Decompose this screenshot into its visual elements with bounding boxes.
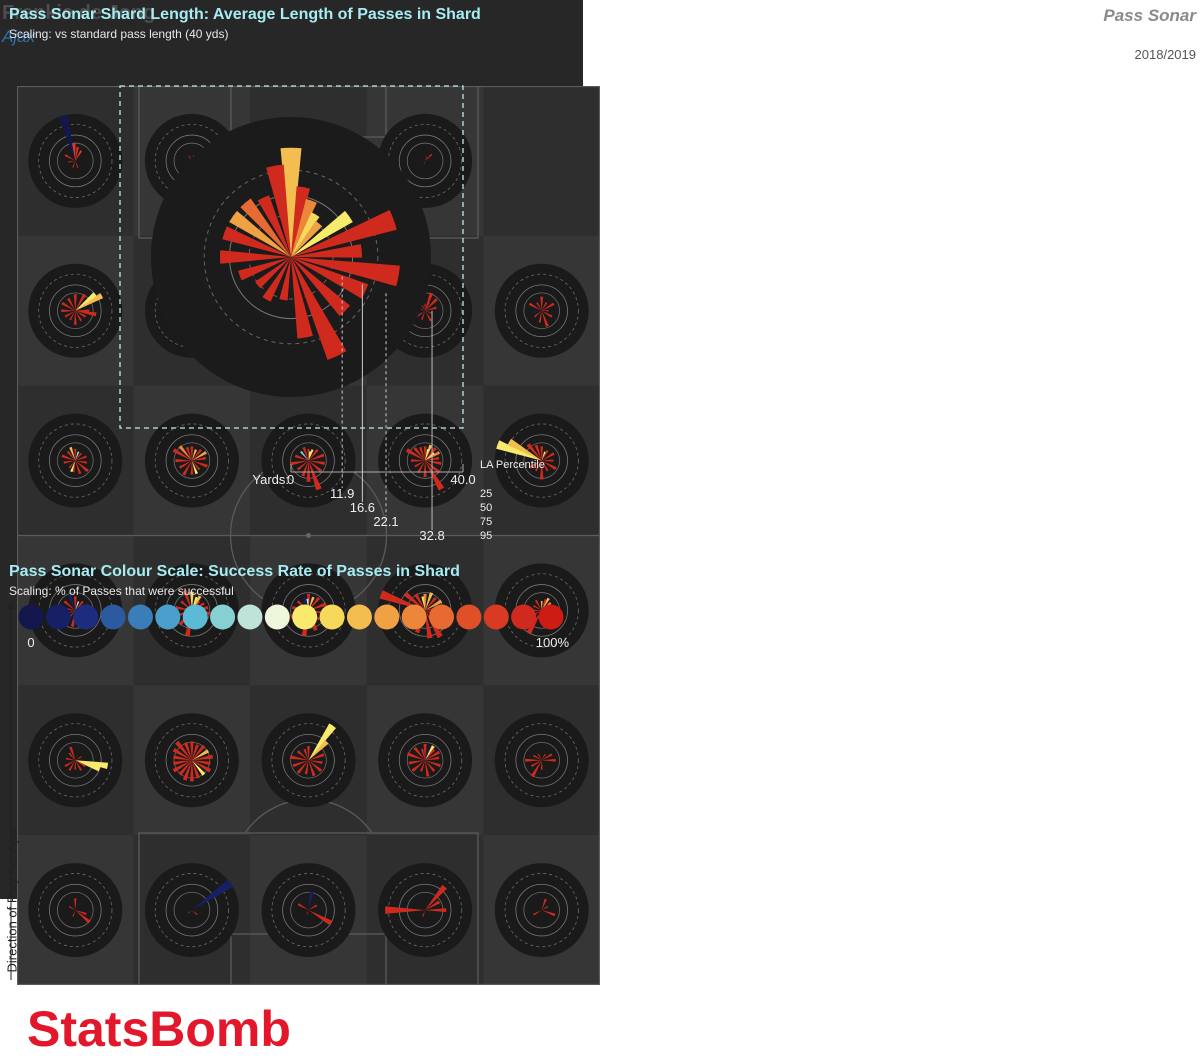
colour-swatch-7 xyxy=(210,604,236,630)
colour-swatch-15 xyxy=(429,604,455,630)
colour-swatch-0 xyxy=(18,604,44,630)
legend-graphics: Yards:0 40.0LA Percentile11.9 2516.6 5022.1… xyxy=(18,85,570,650)
statsbomb-logo: StatsBomb xyxy=(27,1001,291,1057)
colour-swatch-14 xyxy=(401,604,427,630)
colour-swatch-6 xyxy=(182,604,208,630)
colour-swatch-9 xyxy=(264,604,290,630)
colour-swatch-16 xyxy=(456,604,482,630)
colour-swatch-3 xyxy=(100,604,126,630)
colour-swatch-1 xyxy=(45,604,71,630)
percentile-title: LA Percentile xyxy=(480,459,545,471)
chart-title: Pass Sonar xyxy=(1103,6,1196,25)
colour-swatch-4 xyxy=(127,604,153,630)
scale-max-label: 40.0 xyxy=(450,472,475,487)
colour-swatch-13 xyxy=(374,604,400,630)
colour-swatch-12 xyxy=(346,604,372,630)
scale-min-label: 0 xyxy=(287,472,294,487)
colour-swatch-2 xyxy=(73,604,99,630)
colour-scale-min: 0 xyxy=(27,635,34,650)
legend-panel: Pass Sonar Shard Length: Average Length … xyxy=(0,0,583,899)
percentile-value-95: 95 xyxy=(480,530,492,542)
percentile-value-75: 75 xyxy=(480,516,492,528)
percentile-yards-50: 16.6 xyxy=(350,500,375,515)
percentile-yards-75: 22.1 xyxy=(373,514,398,529)
logo-text: StatsBomb xyxy=(27,1001,291,1057)
percentile-value-25: 25 xyxy=(480,488,492,500)
colour-swatch-10 xyxy=(292,604,318,630)
colour-swatch-17 xyxy=(483,604,509,630)
colour-swatch-5 xyxy=(155,604,181,630)
colour-swatch-11 xyxy=(319,604,345,630)
colour-swatch-18 xyxy=(511,604,537,630)
season-label: 2018/2019 xyxy=(1134,47,1196,62)
percentile-value-50: 50 xyxy=(480,502,492,514)
colour-swatch-8 xyxy=(237,604,263,630)
colour-swatch-19 xyxy=(538,604,564,630)
colour-scale-max: 100% xyxy=(536,635,570,650)
yards-label: Yards: xyxy=(252,472,289,487)
percentile-yards-25: 11.9 xyxy=(330,486,354,501)
percentile-yards-95: 32.8 xyxy=(419,528,444,543)
